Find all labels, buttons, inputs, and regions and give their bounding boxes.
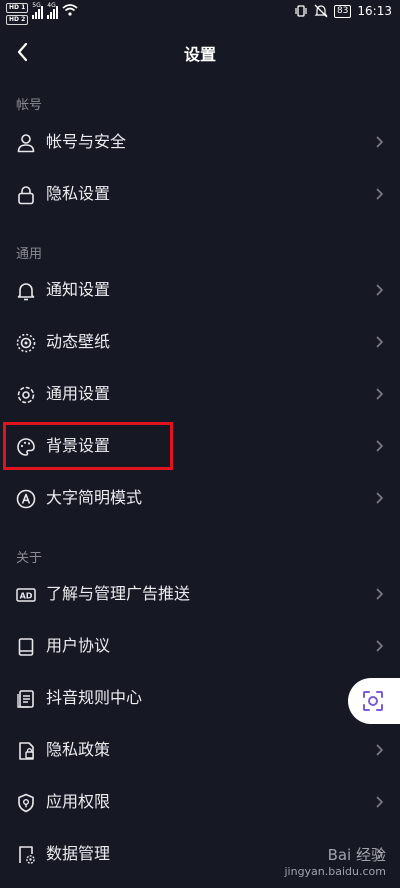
hd1-label: HD 1	[6, 3, 29, 13]
row-notification-settings[interactable]: 通知设置	[0, 265, 400, 317]
row-label: 通用设置	[46, 384, 111, 403]
chevron-right-icon	[376, 796, 384, 808]
row-label: 应用权限	[46, 792, 111, 811]
ad-icon: AD	[16, 588, 36, 602]
user-icon	[17, 134, 35, 153]
row-large-font-mode[interactable]: 大字简明模式	[0, 473, 400, 525]
row-label: 隐私政策	[46, 740, 111, 759]
row-label: 抖音规则中心	[46, 688, 143, 707]
watermark-site: jingyan.baidu.com	[284, 865, 386, 878]
row-privacy-settings[interactable]: 隐私设置	[0, 169, 400, 221]
row-label: 了解与管理广告推送	[46, 584, 191, 603]
font-a-icon	[16, 489, 36, 509]
row-label: 通知设置	[46, 280, 111, 299]
row-dynamic-wallpaper[interactable]: 动态壁纸	[0, 317, 400, 369]
row-label: 数据管理	[46, 844, 111, 863]
row-user-agreement[interactable]: 用户协议	[0, 621, 400, 673]
section-header-general: 通用	[16, 247, 43, 262]
battery-level: 83	[333, 4, 352, 18]
row-label: 帐号与安全	[46, 132, 127, 151]
chevron-right-icon	[376, 640, 384, 652]
chevron-right-icon	[376, 388, 384, 400]
row-privacy-policy[interactable]: 隐私政策	[0, 725, 400, 777]
svg-text:AD: AD	[20, 592, 33, 601]
row-ad-push[interactable]: AD 了解与管理广告推送	[0, 569, 400, 621]
chevron-right-icon	[376, 336, 384, 348]
watermark-brand: Bai 经验	[327, 846, 386, 864]
hd2-label: HD 2	[6, 15, 29, 25]
baidu-watermark: Bai 经验 jingyan.baidu.com	[284, 844, 386, 878]
net1-label: 5G	[32, 2, 41, 9]
privacy-document-icon	[19, 742, 34, 760]
book-icon	[18, 638, 34, 656]
page-title: 设置	[183, 45, 216, 64]
row-app-permissions[interactable]: 应用权限	[0, 777, 400, 829]
data-gear-icon	[19, 846, 35, 864]
chevron-right-icon	[376, 284, 384, 296]
chevron-right-icon	[376, 440, 384, 452]
clock: 16:13	[357, 4, 392, 18]
highlight-box	[3, 422, 173, 470]
top-bar: 设置	[0, 28, 400, 76]
bell-icon	[17, 283, 35, 301]
wifi-icon	[62, 4, 78, 16]
document-icon	[17, 690, 34, 708]
scan-lens-icon	[363, 691, 383, 711]
chevron-right-icon	[376, 744, 384, 756]
hd-indicator: HD 1 HD 2	[6, 3, 29, 25]
lock-icon	[18, 186, 34, 205]
chevron-right-icon	[376, 588, 384, 600]
signal-4g-icon: 4G	[47, 2, 59, 19]
section-header-account: 帐号	[16, 98, 43, 113]
floating-scan-button[interactable]	[348, 678, 400, 724]
mute-bell-icon	[314, 4, 328, 18]
row-label: 动态壁纸	[46, 332, 111, 351]
wallpaper-icon	[16, 333, 36, 353]
chevron-right-icon	[376, 188, 384, 200]
signal-5g-icon: 5G	[32, 2, 44, 19]
row-douyin-rules[interactable]: 抖音规则中心	[0, 673, 400, 725]
row-label: 隐私设置	[46, 184, 111, 203]
chevron-right-icon	[376, 492, 384, 504]
shield-icon	[18, 793, 34, 813]
row-label: 大字简明模式	[46, 488, 143, 507]
net2-label: 4G	[47, 2, 56, 9]
status-bar: HD 1 HD 2 5G 4G 83 16:13	[0, 0, 400, 28]
row-account-security[interactable]: 帐号与安全	[0, 117, 400, 169]
section-header-about: 关于	[16, 551, 43, 566]
gear-icon	[17, 386, 35, 404]
vibrate-icon	[295, 5, 307, 17]
row-general-settings[interactable]: 通用设置	[0, 369, 400, 421]
chevron-right-icon	[376, 136, 384, 148]
row-label: 用户协议	[46, 636, 111, 655]
